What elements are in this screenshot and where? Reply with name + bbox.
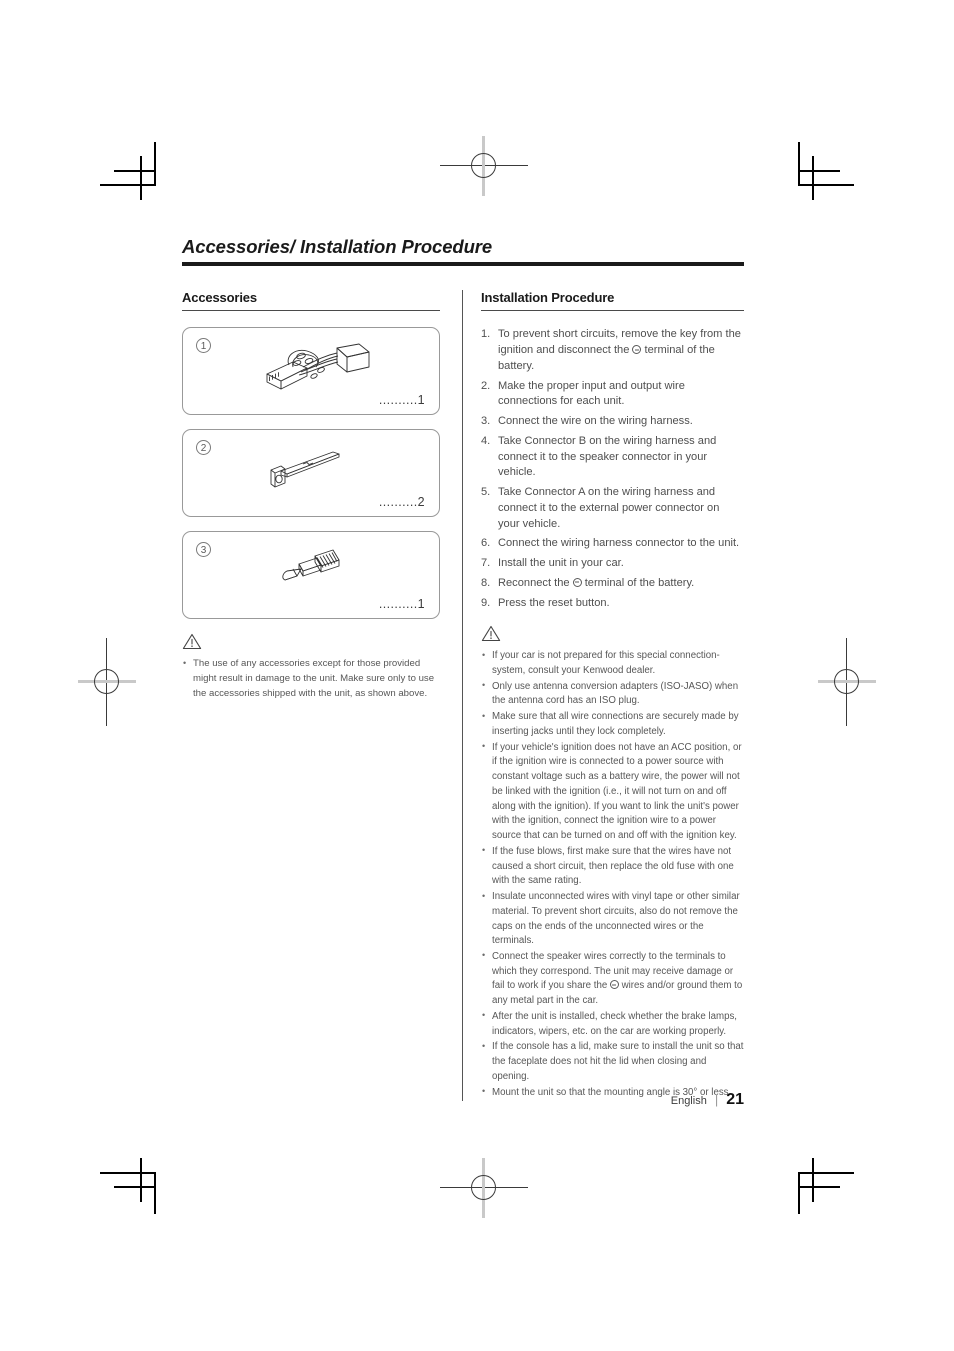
crop-mark-top-right	[784, 128, 854, 200]
registration-target-top	[440, 136, 528, 196]
list-item: If the console has a lid, make sure to i…	[481, 1040, 744, 1084]
accessories-caution: The use of any accessories except for th…	[182, 633, 440, 702]
list-item: 6. Connect the wiring harness connector t…	[481, 536, 744, 552]
crop-mark-top-left	[100, 128, 170, 200]
step-number: 6.	[481, 537, 491, 550]
step-number: 3.	[481, 415, 491, 428]
accessories-column: Accessories 1 ..........1 2 ..........2 …	[182, 290, 440, 703]
registration-target-bottom	[440, 1158, 528, 1218]
accessories-caution-list: The use of any accessories except for th…	[182, 657, 440, 702]
list-item: 3. Connect the wire on the wiring harness…	[481, 414, 744, 430]
list-item: Connect the speaker wires correctly to t…	[481, 949, 744, 1009]
step-number: 2.	[481, 379, 491, 392]
extraction-key-icon	[183, 436, 439, 498]
footer-language: English	[670, 1095, 707, 1107]
registration-target-right	[818, 638, 876, 726]
step-number: 5.	[481, 486, 491, 499]
list-item: If your vehicle's ignition does not have…	[481, 740, 744, 844]
step-number: 1.	[481, 328, 491, 341]
accessory-item-3: 3 ..........1	[182, 531, 440, 620]
list-item: If the fuse blows, first make sure that …	[481, 844, 744, 889]
list-item: Insulate unconnected wires with vinyl ta…	[481, 890, 744, 949]
step-number: 7.	[481, 557, 491, 570]
list-item: 5. Take Connector A on the wiring harness…	[481, 486, 720, 530]
installation-heading: Installation Procedure	[481, 290, 615, 306]
accessories-heading-rule	[182, 310, 440, 312]
installation-column: Installation Procedure 1. To prevent shor…	[462, 290, 744, 1102]
list-item: 4. Take Connector B on the wiring harness…	[481, 434, 717, 479]
step-number: 4.	[481, 434, 491, 447]
list-item: After the unit is installed, check wheth…	[481, 1009, 744, 1039]
two-column-layout: Accessories 1 ..........1 2 ..........2 …	[182, 290, 744, 1102]
accessories-heading: Accessories	[182, 290, 257, 306]
accessory-quantity-2: ..........2	[378, 495, 425, 510]
list-item: 9. Press the reset button.	[481, 596, 744, 612]
list-item: 2. Make the proper input and output wire …	[481, 379, 685, 408]
page-footer: English | 21	[671, 1091, 744, 1109]
page-content: Accessories/ Installation Procedure Acce…	[182, 236, 744, 1108]
list-item: 1. To prevent short circuits, remove the …	[481, 328, 741, 372]
installation-caution-list: If your car is not prepared for this spe…	[481, 649, 744, 1100]
warning-triangle-icon	[182, 633, 440, 655]
warning-triangle-icon	[481, 625, 744, 647]
list-item: Only use antenna conversion adapters (IS…	[481, 679, 744, 709]
list-item: 7. Install the unit in your car.	[481, 556, 744, 572]
crop-mark-bottom-right	[784, 1158, 854, 1228]
accessory-item-1: 1 ..........1	[182, 327, 440, 416]
list-item: If your car is not prepared for this spe…	[481, 649, 744, 678]
negative-terminal-icon	[609, 980, 619, 990]
list-item: 8. Reconnect the terminal of the battery.	[481, 576, 744, 592]
page-title: Accessories/ Installation Procedure	[182, 236, 493, 257]
accessory-item-2: 2 ..........2	[182, 429, 440, 518]
installation-heading-rule	[481, 310, 744, 312]
step-number: 9.	[481, 596, 491, 609]
installation-caution: If your car is not prepared for this spe…	[481, 625, 744, 1100]
footer-separator: |	[714, 1092, 719, 1107]
page-number: 21	[726, 1091, 744, 1108]
step-number: 8.	[481, 576, 491, 589]
installation-steps: 1. To prevent short circuits, remove the …	[481, 327, 744, 611]
registration-target-left	[78, 638, 136, 726]
negative-terminal-icon	[572, 577, 582, 587]
accessory-quantity-1: ..........1	[378, 393, 425, 408]
list-item: The use of any accessories except for th…	[182, 657, 440, 702]
crop-mark-bottom-left	[100, 1158, 170, 1228]
accessory-quantity-3: ..........1	[378, 597, 425, 612]
antenna-adapter-icon	[183, 538, 439, 600]
wiring-harness-icon	[183, 334, 439, 396]
title-rule	[182, 262, 744, 267]
list-item: Make sure that all wire connections are …	[481, 710, 744, 739]
